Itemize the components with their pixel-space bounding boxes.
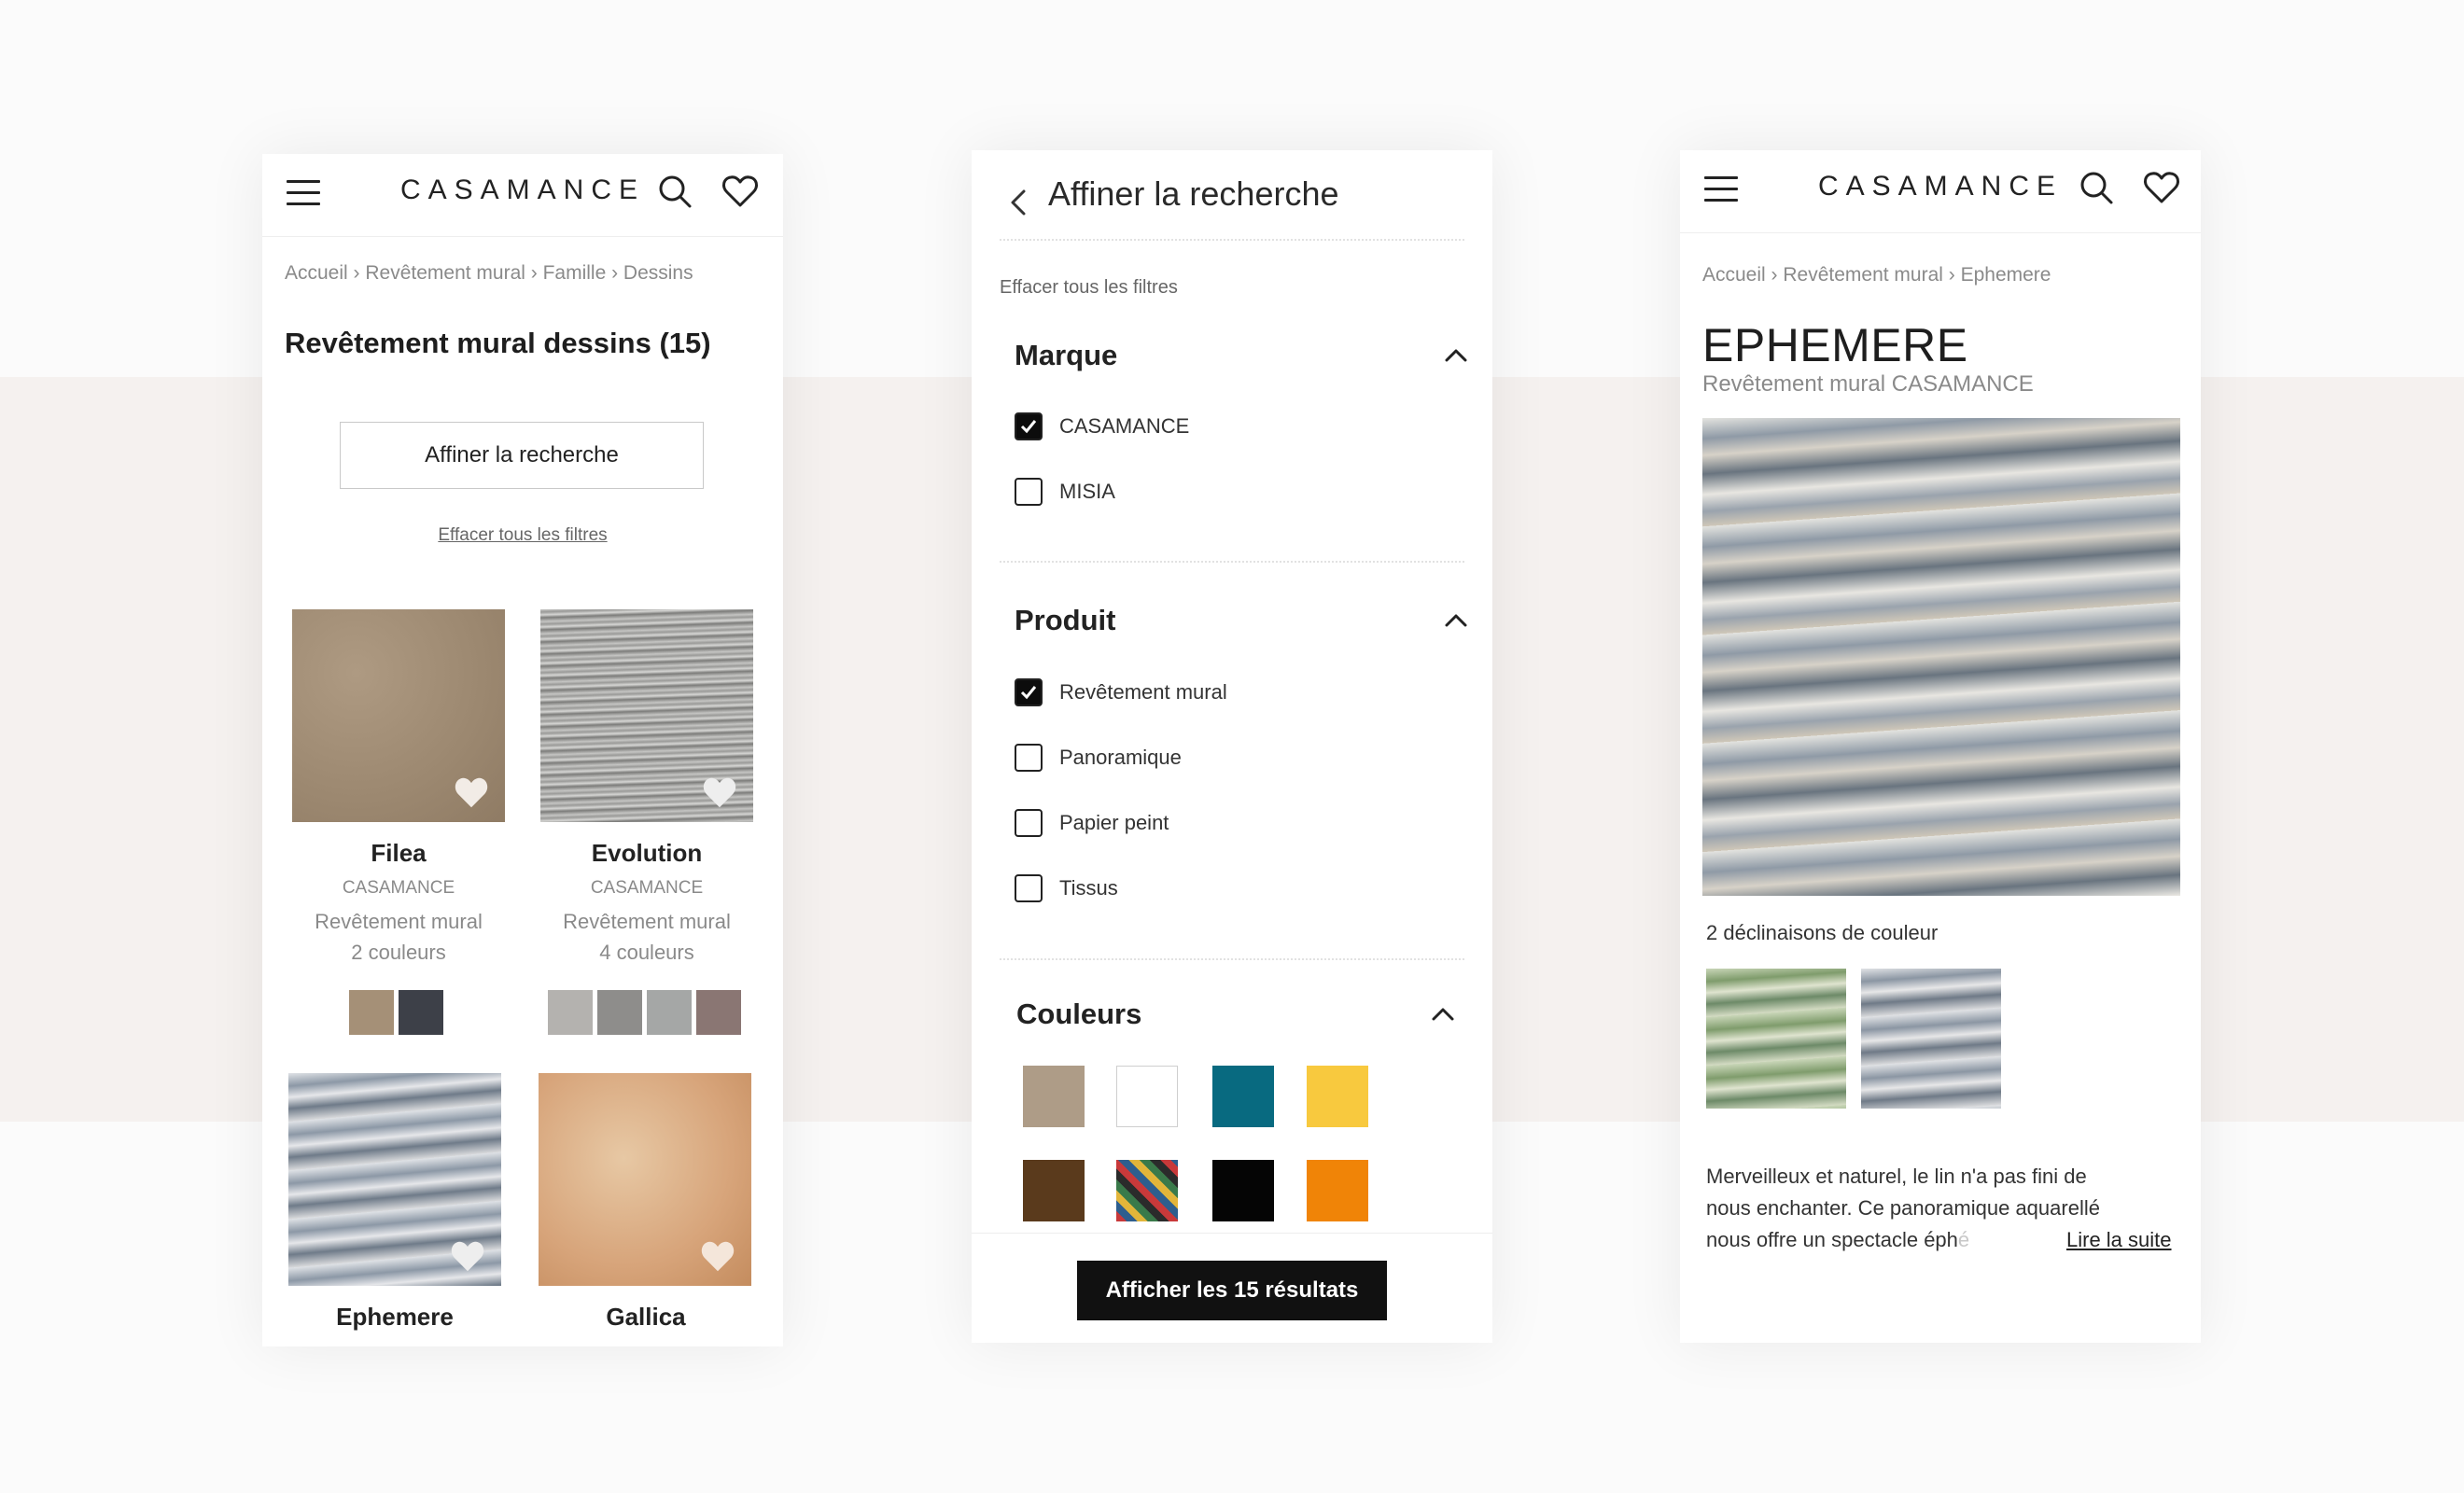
logo[interactable]: CASAMANCE: [1680, 171, 2201, 202]
clear-filters-link[interactable]: Effacer tous les filtres: [438, 525, 607, 545]
divider: [1000, 239, 1464, 241]
color-swatch[interactable]: [647, 990, 692, 1035]
product-image-ephemere[interactable]: [288, 1073, 501, 1286]
breadcrumb[interactable]: Accueil › Revêtement mural › Famille › D…: [285, 262, 693, 285]
back-arrow-icon[interactable]: [1005, 184, 1031, 221]
favorite-heart-icon[interactable]: [699, 1239, 736, 1273]
product-name[interactable]: Evolution: [525, 839, 768, 868]
color-filter-swatch[interactable]: [1212, 1066, 1274, 1127]
color-filter-swatch[interactable]: [1023, 1066, 1085, 1127]
product-name[interactable]: Filea: [277, 839, 520, 868]
color-variants-label: 2 déclinaisons de couleur: [1706, 921, 1939, 944]
phone-filter-panel: Affiner la recherche Effacer tous les fi…: [972, 150, 1492, 1343]
refine-search-button[interactable]: Affiner la recherche: [340, 422, 704, 489]
variant-thumbnail-grey[interactable]: [1861, 969, 2001, 1109]
color-swatch[interactable]: [399, 990, 443, 1035]
product-image-gallica[interactable]: [539, 1073, 751, 1286]
heart-icon[interactable]: [2141, 167, 2182, 208]
divider: [1000, 561, 1464, 563]
product-image-filea[interactable]: [292, 609, 505, 822]
checkbox[interactable]: [1015, 412, 1043, 440]
header: CASAMANCE: [1680, 150, 2201, 233]
color-filter-swatch[interactable]: [1023, 1160, 1085, 1221]
color-swatch[interactable]: [597, 990, 642, 1035]
phone-product-detail: CASAMANCE Accueil › Revêtement mural › E…: [1680, 150, 2201, 1343]
color-filter-swatch[interactable]: [1212, 1160, 1274, 1221]
search-icon[interactable]: [654, 171, 695, 212]
variant-thumbnail-green[interactable]: [1706, 969, 1846, 1109]
product-colors-count: 2 couleurs: [351, 941, 446, 964]
search-icon[interactable]: [2076, 167, 2117, 208]
color-filter-swatch[interactable]: [1307, 1066, 1368, 1127]
heart-icon[interactable]: [720, 171, 761, 212]
product-type: Revêtement mural: [563, 910, 731, 933]
color-swatch[interactable]: [548, 990, 593, 1035]
color-swatch[interactable]: [349, 990, 394, 1035]
description-line: nous enchanter. Ce panoramique aquarellé: [1706, 1196, 2100, 1220]
product-brand: CASAMANCE: [342, 878, 455, 898]
product-image-evolution[interactable]: [540, 609, 753, 822]
logo[interactable]: CASAMANCE: [262, 174, 783, 206]
description-line: Merveilleux et naturel, le lin n'a pas f…: [1706, 1165, 2087, 1188]
checkbox[interactable]: [1015, 809, 1043, 837]
checkbox[interactable]: [1015, 874, 1043, 902]
checkbox[interactable]: [1015, 478, 1043, 506]
filter-section-title[interactable]: Marque: [1015, 339, 1117, 372]
filter-footer: Afficher les 15 résultats: [972, 1233, 1492, 1343]
checkbox-label[interactable]: Panoramique: [1059, 746, 1182, 770]
show-results-button[interactable]: Afficher les 15 résultats: [1077, 1261, 1387, 1320]
product-name[interactable]: Gallica: [525, 1303, 767, 1332]
description-fade: é: [1957, 1228, 1970, 1251]
product-title: EPHEMERE: [1702, 319, 1968, 371]
product-subtitle: Revêtement mural CASAMANCE: [1702, 371, 2034, 397]
header: CASAMANCE: [262, 154, 783, 237]
favorite-heart-icon[interactable]: [701, 775, 738, 809]
checkbox-label[interactable]: Tissus: [1059, 876, 1118, 900]
product-hero-image[interactable]: [1702, 418, 2180, 896]
product-type: Revêtement mural: [315, 910, 483, 933]
panel-title: Affiner la recherche: [1048, 174, 1339, 213]
checkmark-icon: [1020, 420, 1037, 434]
favorite-heart-icon[interactable]: [453, 775, 490, 809]
checkbox-label[interactable]: Revêtement mural: [1059, 680, 1227, 705]
multicolor-filter-swatch[interactable]: [1116, 1160, 1178, 1221]
color-swatch[interactable]: [696, 990, 741, 1035]
color-filter-swatch[interactable]: [1307, 1160, 1368, 1221]
chevron-up-icon[interactable]: [1442, 346, 1470, 365]
description-line: nous offre un spectacle éph: [1706, 1228, 1958, 1251]
read-more-link[interactable]: Lire la suite: [2066, 1228, 2172, 1252]
checkbox-label[interactable]: CASAMANCE: [1059, 414, 1189, 439]
checkbox-label[interactable]: Papier peint: [1059, 811, 1169, 835]
chevron-up-icon[interactable]: [1429, 1005, 1457, 1024]
product-brand: CASAMANCE: [590, 878, 704, 898]
checkmark-icon: [1020, 686, 1037, 700]
checkbox-label[interactable]: MISIA: [1059, 480, 1115, 504]
checkbox[interactable]: [1015, 744, 1043, 772]
favorite-heart-icon[interactable]: [449, 1239, 486, 1273]
product-name[interactable]: Ephemere: [273, 1303, 516, 1332]
phone-product-list: CASAMANCE Accueil › Revêtement mural › F…: [262, 154, 783, 1346]
product-colors-count: 4 couleurs: [599, 941, 694, 964]
color-filter-swatch[interactable]: [1116, 1066, 1178, 1127]
divider: [1000, 958, 1464, 960]
checkbox[interactable]: [1015, 678, 1043, 706]
breadcrumb[interactable]: Accueil › Revêtement mural › Ephemere: [1702, 264, 2051, 286]
page-title: Revêtement mural dessins (15): [285, 327, 711, 359]
filter-section-title[interactable]: Produit: [1015, 604, 1116, 637]
clear-filters-link[interactable]: Effacer tous les filtres: [1000, 277, 1178, 299]
chevron-up-icon[interactable]: [1442, 611, 1470, 630]
filter-section-title[interactable]: Couleurs: [1016, 998, 1141, 1031]
